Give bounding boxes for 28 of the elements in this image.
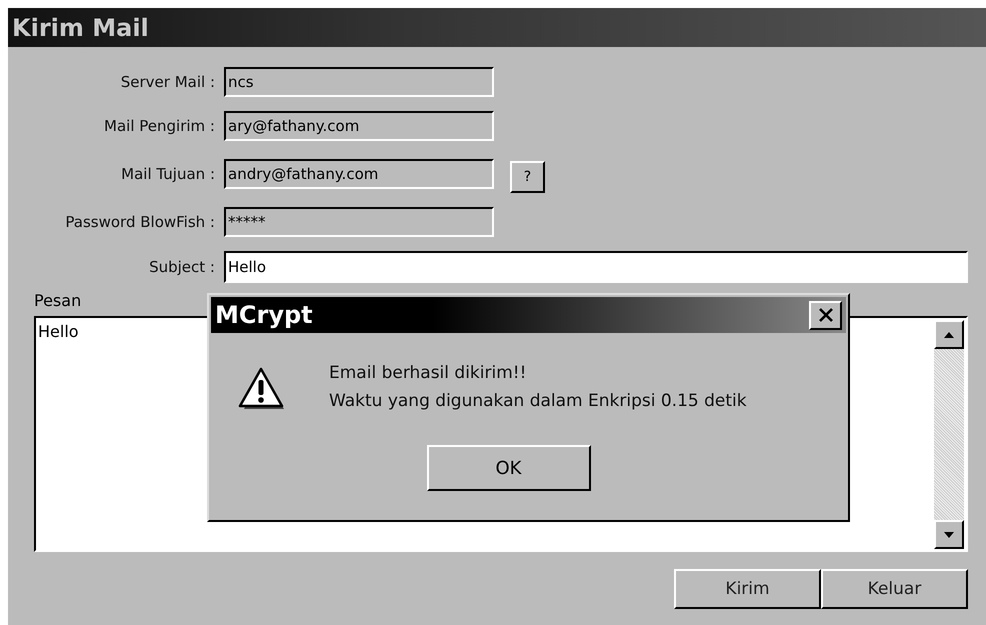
warning-icon: [237, 367, 285, 411]
help-button[interactable]: ?: [510, 161, 545, 193]
field-label: Mail Tujuan :: [120, 165, 215, 183]
scrollbar[interactable]: [934, 320, 964, 549]
window-title: Kirim Mail: [12, 14, 149, 42]
input-field[interactable]: Hello: [224, 251, 968, 283]
scroll-down-button[interactable]: [934, 520, 964, 549]
field-label: Subject :: [148, 258, 215, 276]
dialog-message: Waktu yang digunakan dalam Enkripsi 0.15 detik: [329, 390, 747, 413]
input-field[interactable]: ary@fathany.com: [224, 111, 494, 141]
action-button[interactable]: Keluar: [821, 569, 968, 609]
message-label: Pesan: [34, 291, 82, 310]
dialog-message: Email berhasil dikirim!!: [329, 362, 528, 385]
close-button[interactable]: [809, 300, 842, 330]
field-label: Mail Pengirim :: [103, 117, 215, 135]
down-arrow-icon: [944, 532, 954, 538]
message-text: Hello: [37, 321, 80, 343]
up-arrow-icon: [944, 332, 954, 338]
action-button[interactable]: Kirim: [674, 569, 821, 609]
input-field[interactable]: andry@fathany.com: [224, 159, 494, 189]
input-field[interactable]: ncs: [224, 67, 494, 97]
scroll-up-button[interactable]: [934, 320, 964, 349]
ok-button[interactable]: OK: [426, 445, 590, 491]
input-field[interactable]: *****: [224, 207, 494, 237]
field-label: Server Mail :: [120, 73, 215, 91]
field-label: Password BlowFish :: [64, 213, 215, 231]
close-icon: [818, 308, 834, 322]
dialog-title: MCrypt: [215, 301, 313, 329]
